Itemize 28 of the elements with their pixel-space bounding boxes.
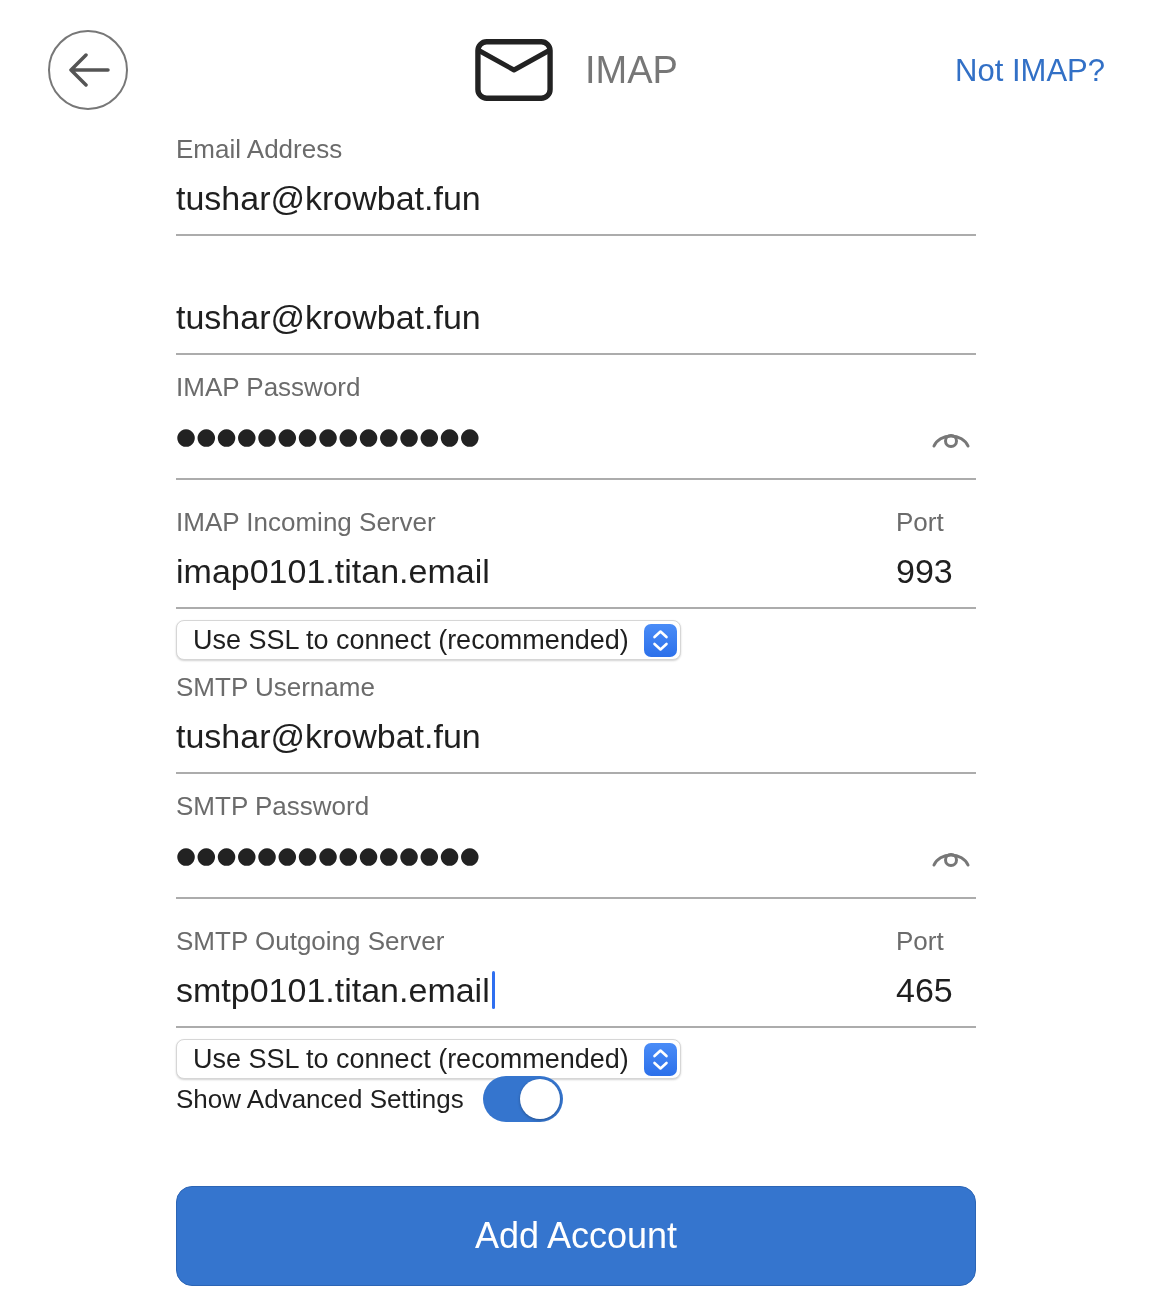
switch-label: Show Advanced Settings — [176, 1082, 464, 1116]
text-field[interactable]: tushar@krowbat.fun — [176, 297, 976, 355]
field-label: Port — [896, 508, 945, 536]
field-label: Email Address — [176, 135, 344, 163]
toggle-switch[interactable] — [482, 1076, 563, 1122]
field-label: SMTP Outgoing Server — [176, 927, 446, 955]
ssl-dropdown[interactable]: Use SSL to connect (recommended) — [176, 620, 681, 660]
not-imap-link[interactable]: Not IMAP? — [955, 54, 1105, 86]
server-field[interactable]: smtp0101.titan.email — [176, 970, 896, 1028]
field-label: SMTP Password — [176, 792, 371, 820]
add-account-button[interactable]: Add Account — [176, 1186, 976, 1286]
envelope-icon — [475, 38, 554, 102]
ssl-dropdown[interactable]: Use SSL to connect (recommended) — [176, 1039, 681, 1079]
password-field[interactable]: ●●●●●●●●●●●●●●● — [176, 416, 976, 480]
server-field[interactable]: imap0101.titan.email — [176, 551, 896, 609]
port-field[interactable]: 465 — [896, 970, 976, 1028]
field-label: IMAP Password — [176, 373, 362, 401]
field-label: Port — [896, 927, 945, 955]
account-type-title: IMAP — [585, 51, 678, 89]
field-label: SMTP Username — [176, 673, 376, 701]
stepper-icon — [644, 623, 677, 657]
text-field[interactable]: tushar@krowbat.fun — [176, 716, 976, 774]
stepper-icon — [644, 1042, 677, 1076]
password-field[interactable]: ●●●●●●●●●●●●●●● — [176, 835, 976, 899]
back-arrow-icon — [66, 53, 110, 87]
port-field[interactable]: 993 — [896, 551, 976, 609]
field-label: IMAP Incoming Server — [176, 508, 437, 536]
text-field[interactable]: tushar@krowbat.fun — [176, 178, 976, 236]
